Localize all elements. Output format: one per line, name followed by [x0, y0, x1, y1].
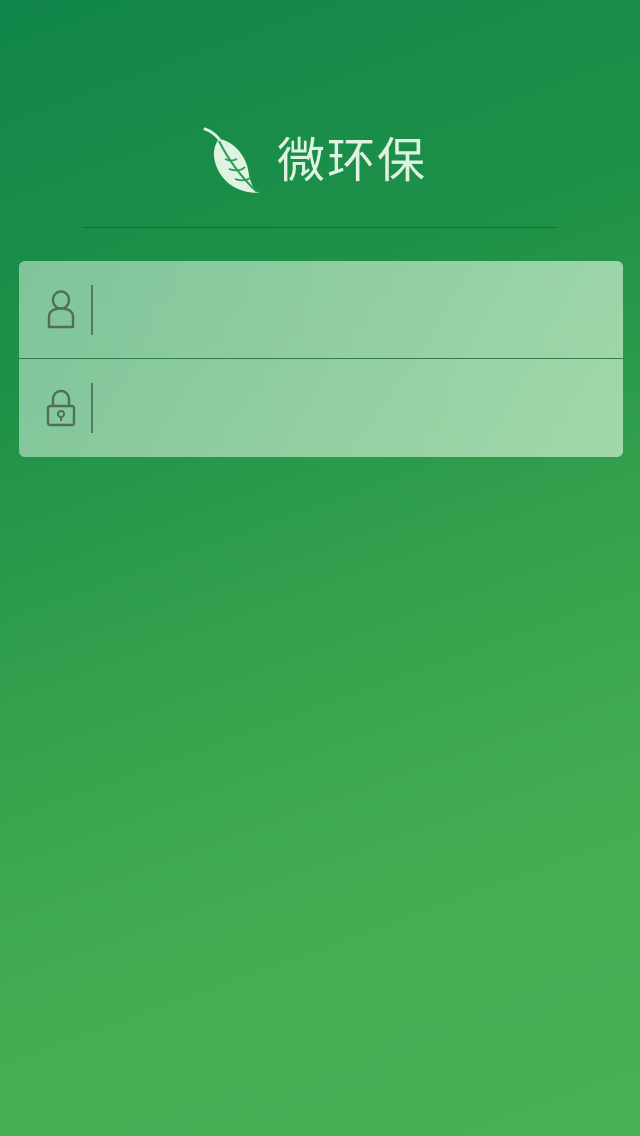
leaf-icon — [199, 125, 263, 197]
app-header: 微环保 — [0, 124, 640, 198]
lock-icon — [43, 388, 79, 428]
header-divider — [83, 227, 557, 228]
app-name: 微环保 — [276, 133, 427, 189]
user-icon — [43, 289, 79, 330]
username-field-divider — [91, 284, 93, 335]
login-form — [19, 261, 623, 457]
password-row — [19, 359, 623, 456]
username-field[interactable] — [105, 278, 603, 341]
password-field[interactable] — [105, 376, 603, 439]
password-field-divider — [91, 382, 93, 433]
username-row — [19, 261, 623, 358]
